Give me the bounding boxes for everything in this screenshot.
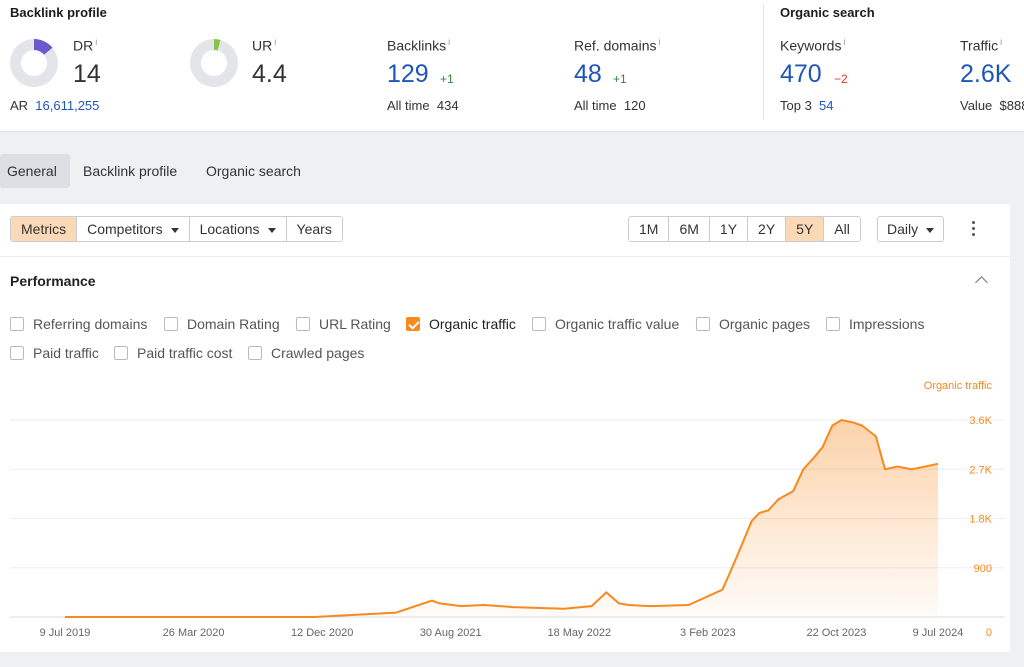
ur-donut-chart	[190, 39, 238, 87]
backlinks-label: Backlinks i	[387, 37, 451, 54]
chevron-down-icon	[267, 227, 276, 233]
top3-value-link[interactable]: 54	[819, 98, 833, 113]
view-button-group: Metrics Competitors Locations Years	[10, 216, 343, 242]
checkbox[interactable]	[696, 317, 710, 331]
range-2y-button[interactable]: 2Y	[748, 217, 787, 241]
metric-checkbox-crawled-pages[interactable]: Crawled pages	[248, 345, 364, 361]
tab-organic-search[interactable]: Organic search	[199, 154, 308, 188]
range-1y-button[interactable]: 1Y	[709, 217, 749, 241]
checkbox[interactable]	[114, 346, 128, 360]
locations-dropdown[interactable]: Locations	[189, 217, 287, 241]
backlink-profile-title: Backlink profile	[10, 5, 107, 20]
x-tick-label: 26 Mar 2020	[163, 627, 225, 639]
tab-backlink-profile[interactable]: Backlink profile	[76, 154, 184, 188]
ref-domains-label: Ref. domains i	[574, 37, 661, 54]
x-tick-label: 22 Oct 2023	[806, 627, 866, 639]
dr-label: DR i	[73, 37, 98, 54]
info-icon[interactable]: i	[95, 37, 97, 47]
checkbox-checked[interactable]	[406, 317, 420, 331]
metric-checkbox-organic-traffic-value[interactable]: Organic traffic value	[532, 316, 679, 332]
performance-title: Performance	[10, 273, 96, 289]
competitors-dropdown[interactable]: Competitors	[77, 217, 190, 241]
checkbox[interactable]	[10, 317, 24, 331]
ref-domains-delta: +1	[613, 72, 627, 86]
x-tick-label: 9 Jul 2019	[40, 627, 91, 639]
more-options-icon[interactable]	[970, 221, 976, 239]
y-tick-label: 3.6K	[969, 415, 992, 427]
checkbox[interactable]	[296, 317, 310, 331]
info-icon[interactable]: i	[658, 37, 660, 47]
stats-header: Backlink profile Organic search DR i 14 A…	[0, 0, 1024, 132]
ref-domains-alltime: All time 120	[574, 98, 646, 113]
keywords-value[interactable]: 470	[780, 60, 822, 89]
metric-checkbox-paid-traffic-cost[interactable]: Paid traffic cost	[114, 345, 232, 361]
metric-checkbox-referring-domains[interactable]: Referring domains	[10, 316, 147, 332]
y-tick-label: 1.8K	[969, 514, 992, 526]
range-6m-button[interactable]: 6M	[669, 217, 710, 241]
keywords-top3: Top 3 54	[780, 98, 834, 113]
x-tick-label: 3 Feb 2023	[680, 627, 736, 639]
y-tick-label: 900	[974, 563, 992, 575]
y-tick-label: 0	[986, 627, 992, 639]
x-tick-label: 12 Dec 2020	[291, 627, 353, 639]
checkbox[interactable]	[826, 317, 840, 331]
keywords-label: Keywords i	[780, 37, 846, 54]
backlinks-alltime: All time 434	[387, 98, 459, 113]
info-icon[interactable]: i	[1000, 37, 1002, 47]
toolbar-divider	[0, 256, 1010, 257]
metric-checkbox-url-rating[interactable]: URL Rating	[296, 316, 391, 332]
dr-donut-chart	[10, 39, 58, 87]
y-tick-label: 2.7K	[969, 464, 992, 476]
metric-checkbox-paid-traffic[interactable]: Paid traffic	[10, 345, 99, 361]
info-icon[interactable]: i	[843, 37, 845, 47]
traffic-label: Traffic i	[960, 37, 1003, 54]
traffic-value-row: Value $888	[960, 98, 1024, 113]
x-tick-label: 18 May 2022	[547, 627, 611, 639]
dr-value: 14	[73, 60, 101, 88]
x-tick-label: 9 Jul 2024	[913, 627, 964, 639]
ref-domains-value[interactable]: 48	[574, 60, 602, 89]
chevron-down-icon	[170, 227, 179, 233]
backlinks-value[interactable]: 129	[387, 60, 429, 89]
bottom-strip	[0, 652, 1024, 667]
organic-traffic-chart: 0 900 1.8K 2.7K 3.6K 9 Jul 2019 26 Mar 2020 12 …	[10, 380, 1005, 639]
section-divider	[763, 4, 764, 120]
metrics-button[interactable]: Metrics	[11, 217, 78, 241]
tab-general[interactable]: General	[0, 154, 70, 188]
collapse-chevron-icon[interactable]	[975, 276, 988, 289]
metric-checkbox-domain-rating[interactable]: Domain Rating	[164, 316, 280, 332]
ur-label: UR i	[252, 37, 277, 54]
metric-checkbox-impressions[interactable]: Impressions	[826, 316, 924, 332]
ar-value-link[interactable]: 16,611,255	[35, 98, 99, 113]
info-icon[interactable]: i	[274, 37, 276, 47]
chevron-down-icon	[926, 227, 935, 233]
checkbox[interactable]	[10, 346, 24, 360]
metric-checkbox-organic-traffic[interactable]: Organic traffic	[406, 316, 516, 332]
ar-row: AR 16,611,255	[10, 98, 100, 113]
checkbox[interactable]	[532, 317, 546, 331]
organic-search-title: Organic search	[780, 5, 875, 20]
years-button[interactable]: Years	[286, 217, 342, 241]
ur-value: 4.4	[252, 60, 287, 88]
x-tick-label: 30 Aug 2021	[420, 627, 482, 639]
range-5y-button[interactable]: 5Y	[786, 217, 825, 241]
series-label: Organic traffic	[924, 380, 993, 392]
granularity-dropdown[interactable]: Daily	[877, 216, 945, 242]
traffic-value[interactable]: 2.6K	[960, 60, 1011, 89]
keywords-delta: −2	[834, 72, 848, 86]
backlinks-delta: +1	[440, 72, 454, 86]
range-button-group: 1M 6M 1Y 2Y 5Y All	[628, 216, 861, 242]
checkbox[interactable]	[164, 317, 178, 331]
range-1m-button[interactable]: 1M	[629, 217, 670, 241]
checkbox[interactable]	[248, 346, 262, 360]
metric-checkbox-organic-pages[interactable]: Organic pages	[696, 316, 810, 332]
range-all-button[interactable]: All	[824, 217, 860, 241]
info-icon[interactable]: i	[448, 37, 450, 47]
